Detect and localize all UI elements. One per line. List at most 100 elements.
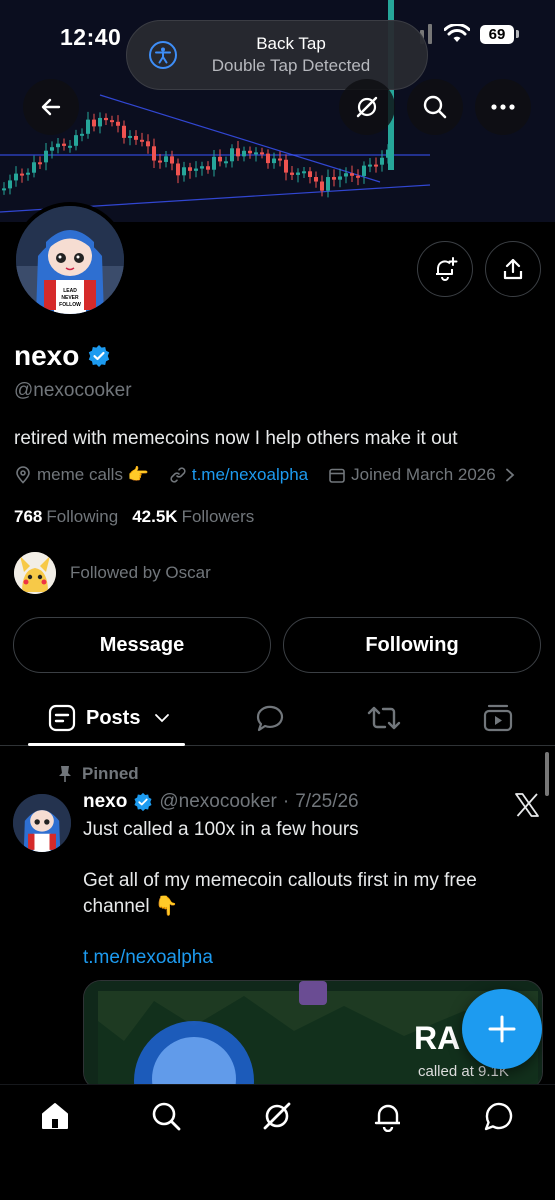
link-icon	[170, 467, 186, 483]
compose-fab-button[interactable]	[462, 989, 542, 1069]
banner-candle	[374, 164, 378, 167]
profile-name-row: nexo	[14, 340, 111, 372]
pinned-label-row: Pinned	[58, 764, 139, 784]
share-button[interactable]	[485, 241, 541, 297]
profile-tabs: Posts	[0, 690, 555, 746]
home-icon	[42, 1103, 68, 1129]
message-button[interactable]: Message	[13, 617, 271, 673]
followed-by-row[interactable]: Followed by Oscar	[14, 552, 211, 594]
profile-avatar[interactable]: LEAD NEVER FOLLOW	[12, 202, 128, 318]
status-icons: 69	[420, 24, 519, 44]
banner-candle	[308, 171, 312, 178]
banner-candle	[14, 173, 18, 181]
banner-candle	[260, 152, 264, 155]
banner-candle	[56, 143, 60, 148]
tab-posts[interactable]: Posts	[48, 704, 170, 732]
banner-candle	[44, 150, 48, 163]
toast-subtitle: Double Tap Detected	[211, 56, 371, 75]
followers-stat[interactable]: 42.5K Followers	[132, 507, 254, 527]
x-logo-icon[interactable]	[514, 792, 540, 818]
share-icon	[503, 258, 523, 280]
banner-candle	[278, 158, 282, 161]
banner-candle	[332, 177, 336, 180]
followers-label: Followers	[181, 507, 255, 526]
banner-candle	[92, 119, 96, 127]
banner-candle	[26, 172, 30, 175]
status-time: 12:40	[60, 24, 122, 50]
banner-candle	[74, 135, 78, 146]
bottom-navigation	[0, 1084, 555, 1200]
nav-messages[interactable]	[482, 1099, 516, 1133]
notify-button[interactable]	[417, 241, 473, 297]
banner-candle	[158, 160, 162, 163]
post-author-avatar[interactable]	[13, 794, 71, 852]
nav-explore[interactable]	[149, 1099, 183, 1133]
banner-candle	[338, 176, 342, 180]
pinned-label: Pinned	[82, 764, 139, 783]
grok-button[interactable]	[339, 79, 395, 135]
back-button[interactable]	[23, 79, 79, 135]
meta-joined: Joined March 2026	[328, 465, 515, 485]
more-button[interactable]	[475, 79, 531, 135]
banner-candle	[194, 168, 198, 171]
posts-tab-icon	[48, 704, 76, 732]
meta-joined-text: Joined March 2026	[351, 465, 496, 484]
meta-website-link[interactable]: t.me/nexoalpha	[192, 465, 308, 485]
banner-candle	[140, 139, 144, 142]
following-count: 768	[14, 507, 43, 526]
banner-candle	[176, 163, 180, 176]
nav-notifications[interactable]	[371, 1099, 405, 1133]
banner-candle	[290, 172, 294, 175]
banner-candle	[38, 162, 42, 165]
banner-candle	[32, 162, 36, 173]
following-stat[interactable]: 768 Following	[14, 507, 118, 527]
tab-media[interactable]	[482, 702, 514, 739]
banner-candle	[368, 164, 372, 167]
banner-candle	[242, 150, 246, 157]
search-button[interactable]	[407, 79, 463, 135]
banner-candle	[116, 121, 120, 126]
meta-location: meme calls 👉	[14, 465, 149, 485]
scrollbar[interactable]	[545, 752, 549, 796]
svg-text:FOLLOW: FOLLOW	[59, 302, 81, 308]
followed-by-text: Followed by Oscar	[70, 563, 211, 582]
verified-badge-icon[interactable]	[87, 344, 111, 368]
post-separator: ·	[282, 791, 290, 812]
battery-level: 69	[480, 24, 514, 44]
post-text-line1: Just called a 100x in a few hours	[83, 819, 359, 840]
profile-name: nexo	[14, 340, 80, 371]
tab-active-indicator	[28, 743, 185, 746]
banner-candle	[344, 173, 348, 177]
banner-candle	[272, 158, 276, 164]
back-tap-toast: Back Tap Double Tap Detected	[126, 20, 428, 90]
nav-grok[interactable]	[260, 1099, 294, 1133]
media-icon	[483, 704, 513, 732]
following-button[interactable]: Following	[283, 617, 541, 673]
post-author-name[interactable]: nexo	[83, 791, 127, 813]
banner-candle	[284, 159, 288, 173]
post-text-line2: Get all of my memecoin callouts first in…	[83, 870, 477, 891]
avatar-image: LEAD NEVER FOLLOW	[16, 206, 124, 314]
back-arrow-icon	[41, 98, 61, 116]
post-avatar-image	[13, 794, 71, 852]
banner-candle	[182, 167, 186, 176]
post-text-line3: channel 👇	[83, 896, 179, 917]
retweet-icon	[367, 706, 401, 730]
post-link[interactable]: t.me/nexoalpha	[83, 946, 213, 970]
banner-candle	[362, 165, 366, 176]
banner-candle	[248, 150, 252, 154]
tab-replies[interactable]	[254, 702, 286, 739]
banner-candle	[320, 181, 324, 191]
post-header: nexo @nexocooker · 7/25/26	[83, 791, 359, 813]
chevron-right-icon[interactable]	[505, 468, 515, 482]
meta-website[interactable]: t.me/nexoalpha	[169, 465, 308, 485]
banner-candle	[224, 161, 228, 164]
tab-reposts[interactable]	[367, 702, 401, 739]
banner-candle	[296, 172, 300, 175]
banner-candle	[356, 175, 360, 178]
chevron-down-icon	[155, 714, 170, 723]
nav-home[interactable]	[38, 1099, 72, 1133]
banner-candle	[50, 147, 54, 151]
media-title: RA	[414, 1020, 460, 1056]
accessibility-icon	[149, 41, 177, 69]
